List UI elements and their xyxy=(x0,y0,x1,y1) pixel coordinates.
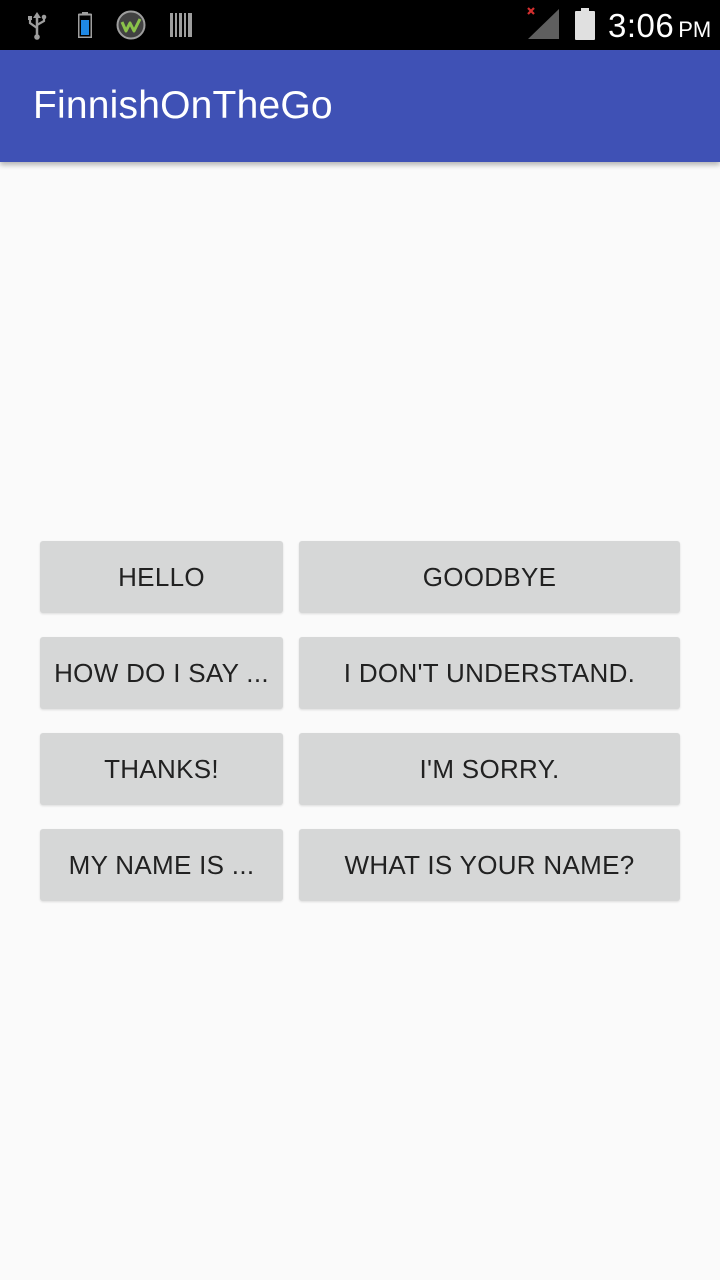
signal-icon xyxy=(527,7,559,39)
thanks-button[interactable]: THANKS! xyxy=(40,733,283,805)
barcode-icon xyxy=(170,13,192,37)
battery-icon xyxy=(575,8,595,40)
my-name-is-button[interactable]: MY NAME IS ... xyxy=(40,829,283,901)
app-badge-icon xyxy=(116,10,146,40)
usb-icon xyxy=(28,12,47,40)
clock-time: 3:06 xyxy=(608,7,675,44)
clock-ampm: PM xyxy=(678,17,712,42)
hello-button[interactable]: HELLO xyxy=(40,541,283,613)
app-title: FinnishOnTheGo xyxy=(33,84,333,127)
status-bar: 3:06 PM xyxy=(0,0,720,50)
goodbye-button[interactable]: GOODBYE xyxy=(299,541,680,613)
how-do-i-say-button[interactable]: HOW DO I SAY ... xyxy=(40,637,283,709)
i-dont-understand-button[interactable]: I DON'T UNDERSTAND. xyxy=(299,637,680,709)
im-sorry-button[interactable]: I'M SORRY. xyxy=(299,733,680,805)
app-bar: FinnishOnTheGo xyxy=(0,50,720,162)
status-clock: 3:06 PM xyxy=(608,7,712,44)
battery-small-icon xyxy=(78,12,92,38)
what-is-your-name-button[interactable]: WHAT IS YOUR NAME? xyxy=(299,829,680,901)
